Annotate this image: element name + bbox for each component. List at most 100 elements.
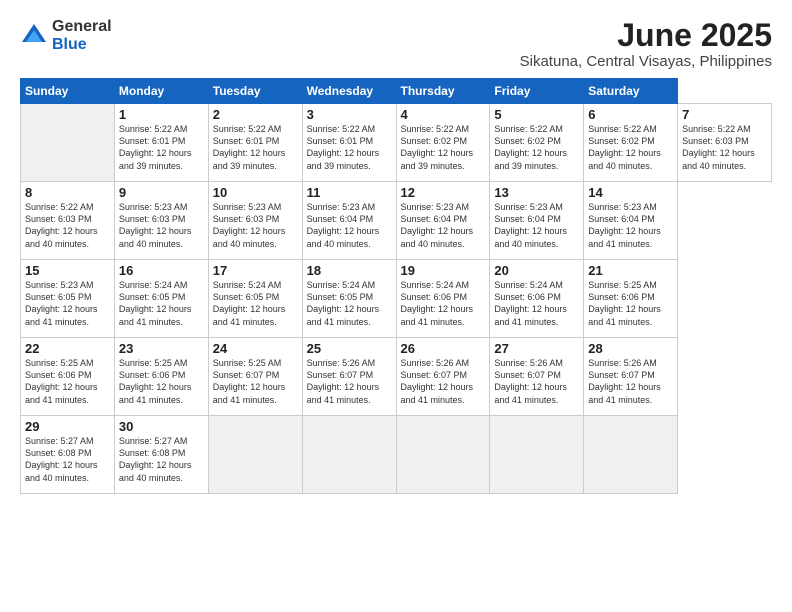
logo-icon [20, 22, 48, 50]
title-block: June 2025 Sikatuna, Central Visayas, Phi… [520, 18, 772, 70]
day-number: 29 [25, 419, 110, 434]
table-row: 17Sunrise: 5:24 AMSunset: 6:05 PMDayligh… [208, 260, 302, 338]
week-row-4: 29Sunrise: 5:27 AMSunset: 6:08 PMDayligh… [21, 416, 772, 494]
day-number: 8 [25, 185, 110, 200]
day-info: Sunrise: 5:22 AMSunset: 6:01 PMDaylight:… [307, 123, 392, 172]
day-info: Sunrise: 5:23 AMSunset: 6:04 PMDaylight:… [307, 201, 392, 250]
table-row: 12Sunrise: 5:23 AMSunset: 6:04 PMDayligh… [396, 182, 490, 260]
day-info: Sunrise: 5:23 AMSunset: 6:05 PMDaylight:… [25, 279, 110, 328]
table-row: 6Sunrise: 5:22 AMSunset: 6:02 PMDaylight… [584, 104, 678, 182]
table-row: 19Sunrise: 5:24 AMSunset: 6:06 PMDayligh… [396, 260, 490, 338]
day-number: 6 [588, 107, 673, 122]
day-number: 28 [588, 341, 673, 356]
day-number: 1 [119, 107, 204, 122]
day-info: Sunrise: 5:25 AMSunset: 6:06 PMDaylight:… [588, 279, 673, 328]
day-info: Sunrise: 5:22 AMSunset: 6:02 PMDaylight:… [401, 123, 486, 172]
day-info: Sunrise: 5:23 AMSunset: 6:04 PMDaylight:… [588, 201, 673, 250]
table-row [302, 416, 396, 494]
day-info: Sunrise: 5:22 AMSunset: 6:01 PMDaylight:… [119, 123, 204, 172]
day-info: Sunrise: 5:22 AMSunset: 6:01 PMDaylight:… [213, 123, 298, 172]
day-info: Sunrise: 5:23 AMSunset: 6:03 PMDaylight:… [119, 201, 204, 250]
col-tuesday: Tuesday [208, 79, 302, 104]
day-info: Sunrise: 5:24 AMSunset: 6:06 PMDaylight:… [401, 279, 486, 328]
day-info: Sunrise: 5:25 AMSunset: 6:07 PMDaylight:… [213, 357, 298, 406]
week-row-0: 1Sunrise: 5:22 AMSunset: 6:01 PMDaylight… [21, 104, 772, 182]
day-number: 23 [119, 341, 204, 356]
page: General Blue June 2025 Sikatuna, Central… [0, 0, 792, 612]
table-row: 18Sunrise: 5:24 AMSunset: 6:05 PMDayligh… [302, 260, 396, 338]
main-title: June 2025 [520, 18, 772, 53]
header-row-days: Sunday Monday Tuesday Wednesday Thursday… [21, 79, 772, 104]
table-row: 25Sunrise: 5:26 AMSunset: 6:07 PMDayligh… [302, 338, 396, 416]
table-row [584, 416, 678, 494]
table-row: 21Sunrise: 5:25 AMSunset: 6:06 PMDayligh… [584, 260, 678, 338]
day-info: Sunrise: 5:26 AMSunset: 6:07 PMDaylight:… [307, 357, 392, 406]
day-info: Sunrise: 5:25 AMSunset: 6:06 PMDaylight:… [119, 357, 204, 406]
day-info: Sunrise: 5:24 AMSunset: 6:05 PMDaylight:… [119, 279, 204, 328]
table-row: 29Sunrise: 5:27 AMSunset: 6:08 PMDayligh… [21, 416, 115, 494]
day-number: 21 [588, 263, 673, 278]
day-number: 12 [401, 185, 486, 200]
day-number: 9 [119, 185, 204, 200]
day-number: 15 [25, 263, 110, 278]
day-number: 30 [119, 419, 204, 434]
day-number: 11 [307, 185, 392, 200]
header-row: General Blue June 2025 Sikatuna, Central… [20, 18, 772, 70]
table-row: 26Sunrise: 5:26 AMSunset: 6:07 PMDayligh… [396, 338, 490, 416]
day-info: Sunrise: 5:22 AMSunset: 6:02 PMDaylight:… [494, 123, 579, 172]
col-sunday: Sunday [21, 79, 115, 104]
day-info: Sunrise: 5:23 AMSunset: 6:04 PMDaylight:… [494, 201, 579, 250]
table-row [21, 104, 115, 182]
table-row: 9Sunrise: 5:23 AMSunset: 6:03 PMDaylight… [114, 182, 208, 260]
day-number: 7 [682, 107, 767, 122]
day-info: Sunrise: 5:22 AMSunset: 6:03 PMDaylight:… [682, 123, 767, 172]
day-number: 17 [213, 263, 298, 278]
day-info: Sunrise: 5:26 AMSunset: 6:07 PMDaylight:… [494, 357, 579, 406]
day-info: Sunrise: 5:22 AMSunset: 6:03 PMDaylight:… [25, 201, 110, 250]
table-row: 2Sunrise: 5:22 AMSunset: 6:01 PMDaylight… [208, 104, 302, 182]
table-row [208, 416, 302, 494]
table-row: 4Sunrise: 5:22 AMSunset: 6:02 PMDaylight… [396, 104, 490, 182]
table-row: 24Sunrise: 5:25 AMSunset: 6:07 PMDayligh… [208, 338, 302, 416]
day-number: 13 [494, 185, 579, 200]
table-row: 3Sunrise: 5:22 AMSunset: 6:01 PMDaylight… [302, 104, 396, 182]
table-row: 22Sunrise: 5:25 AMSunset: 6:06 PMDayligh… [21, 338, 115, 416]
day-info: Sunrise: 5:24 AMSunset: 6:06 PMDaylight:… [494, 279, 579, 328]
day-info: Sunrise: 5:27 AMSunset: 6:08 PMDaylight:… [25, 435, 110, 484]
day-number: 10 [213, 185, 298, 200]
day-info: Sunrise: 5:27 AMSunset: 6:08 PMDaylight:… [119, 435, 204, 484]
table-row: 23Sunrise: 5:25 AMSunset: 6:06 PMDayligh… [114, 338, 208, 416]
table-row: 20Sunrise: 5:24 AMSunset: 6:06 PMDayligh… [490, 260, 584, 338]
col-thursday: Thursday [396, 79, 490, 104]
logo-general-text: General [52, 18, 112, 36]
day-number: 22 [25, 341, 110, 356]
table-row: 30Sunrise: 5:27 AMSunset: 6:08 PMDayligh… [114, 416, 208, 494]
calendar-table: Sunday Monday Tuesday Wednesday Thursday… [20, 78, 772, 494]
day-number: 25 [307, 341, 392, 356]
day-number: 16 [119, 263, 204, 278]
day-info: Sunrise: 5:25 AMSunset: 6:06 PMDaylight:… [25, 357, 110, 406]
subtitle: Sikatuna, Central Visayas, Philippines [520, 53, 772, 70]
table-row: 5Sunrise: 5:22 AMSunset: 6:02 PMDaylight… [490, 104, 584, 182]
table-row: 10Sunrise: 5:23 AMSunset: 6:03 PMDayligh… [208, 182, 302, 260]
table-row: 13Sunrise: 5:23 AMSunset: 6:04 PMDayligh… [490, 182, 584, 260]
table-row: 14Sunrise: 5:23 AMSunset: 6:04 PMDayligh… [584, 182, 678, 260]
col-wednesday: Wednesday [302, 79, 396, 104]
table-row [396, 416, 490, 494]
day-info: Sunrise: 5:26 AMSunset: 6:07 PMDaylight:… [588, 357, 673, 406]
week-row-1: 8Sunrise: 5:22 AMSunset: 6:03 PMDaylight… [21, 182, 772, 260]
day-number: 19 [401, 263, 486, 278]
table-row: 16Sunrise: 5:24 AMSunset: 6:05 PMDayligh… [114, 260, 208, 338]
logo: General Blue [20, 18, 112, 53]
week-row-3: 22Sunrise: 5:25 AMSunset: 6:06 PMDayligh… [21, 338, 772, 416]
day-info: Sunrise: 5:26 AMSunset: 6:07 PMDaylight:… [401, 357, 486, 406]
table-row: 27Sunrise: 5:26 AMSunset: 6:07 PMDayligh… [490, 338, 584, 416]
day-info: Sunrise: 5:22 AMSunset: 6:02 PMDaylight:… [588, 123, 673, 172]
day-number: 4 [401, 107, 486, 122]
table-row: 15Sunrise: 5:23 AMSunset: 6:05 PMDayligh… [21, 260, 115, 338]
day-number: 26 [401, 341, 486, 356]
table-row: 8Sunrise: 5:22 AMSunset: 6:03 PMDaylight… [21, 182, 115, 260]
day-number: 5 [494, 107, 579, 122]
day-info: Sunrise: 5:24 AMSunset: 6:05 PMDaylight:… [307, 279, 392, 328]
day-number: 27 [494, 341, 579, 356]
